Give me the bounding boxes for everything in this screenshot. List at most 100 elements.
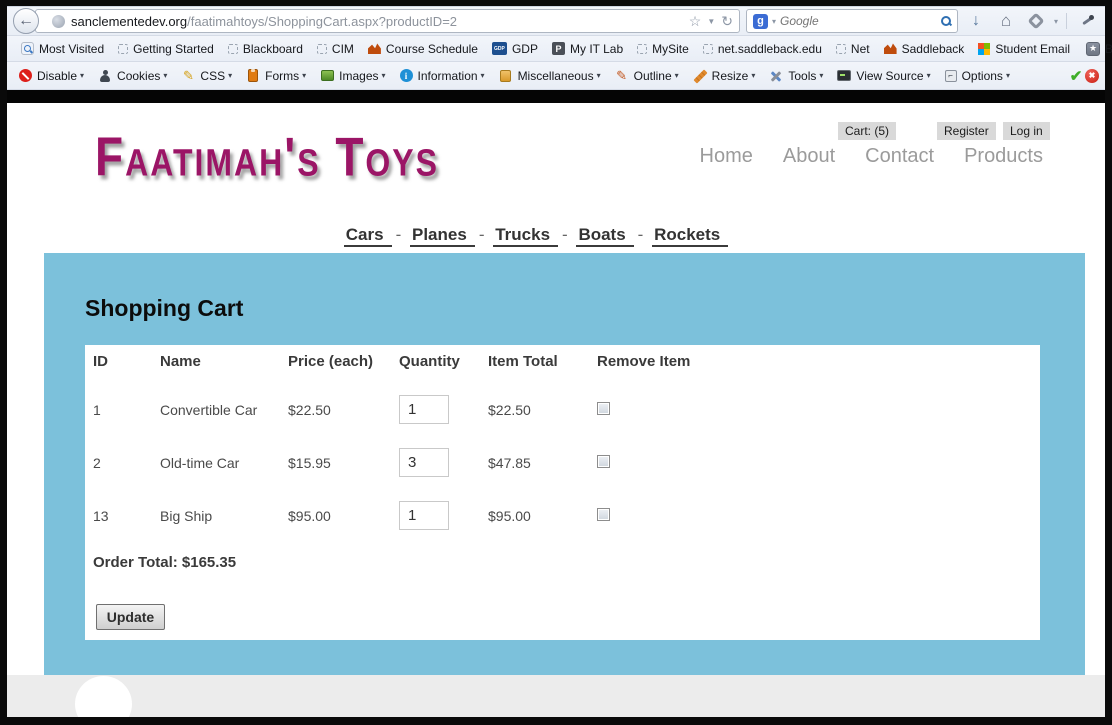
col-quantity: Quantity — [399, 353, 488, 370]
nav-about-link[interactable]: About — [783, 145, 835, 168]
webdev-miscellaneous-menu[interactable]: Miscellaneous▾ — [493, 67, 607, 85]
extension-button[interactable] — [1024, 15, 1048, 27]
nav-products-link[interactable]: Products — [964, 145, 1043, 168]
search-input[interactable] — [780, 14, 937, 28]
shopping-cart-panel: Shopping Cart ID Name Price (each) Quant… — [44, 253, 1085, 675]
cell-item-total: $47.85 — [488, 455, 597, 471]
bookmark-saddleback[interactable]: Saddleback — [878, 40, 971, 58]
site-identity-globe-icon[interactable] — [52, 15, 65, 28]
quantity-input[interactable] — [399, 395, 449, 424]
bookmark-blackboard[interactable]: Blackboard — [222, 40, 309, 58]
images-icon — [320, 69, 334, 83]
col-item-total: Item Total — [488, 353, 597, 370]
url-path: /faatimahtoys/ShoppingCart.aspx?productI… — [187, 14, 457, 29]
bookmark-my-it-lab[interactable]: PMy IT Lab — [546, 40, 629, 58]
error-x-icon: ✖ — [1085, 69, 1099, 83]
search-magnifier-icon[interactable] — [941, 16, 951, 26]
webdev-toolbar: Disable▾ Cookies▾ ✎CSS▾ Forms▾ Images▾ i… — [7, 62, 1105, 90]
page-footer — [7, 675, 1105, 717]
cell-name: Old-time Car — [160, 455, 288, 471]
webdev-view-source-menu[interactable]: View Source▾ — [831, 67, 936, 85]
remove-item-checkbox[interactable] — [597, 455, 610, 468]
nav-contact-link[interactable]: Contact — [865, 145, 934, 168]
webdev-outline-menu[interactable]: ✎Outline▾ — [609, 67, 685, 85]
back-button[interactable]: ← — [13, 8, 39, 34]
bookmark-default-icon — [703, 44, 713, 54]
chevron-down-icon: ▾ — [1006, 71, 1010, 80]
webdev-css-menu[interactable]: ✎CSS▾ — [175, 67, 238, 85]
col-price: Price (each) — [288, 353, 399, 370]
webdev-cookies-menu[interactable]: Cookies▾ — [92, 67, 173, 85]
bookmark-most-visited[interactable]: Most Visited — [15, 40, 110, 58]
nav-home-link[interactable]: Home — [700, 145, 753, 168]
remove-item-checkbox[interactable] — [597, 402, 610, 415]
extension-dropdown-icon[interactable]: ▾ — [1054, 17, 1058, 26]
resize-ruler-icon — [693, 69, 707, 83]
browser-window-frame: ← sanclementedev.org/faatimahtoys/Shoppi… — [0, 0, 1112, 725]
catnav-separator: - — [392, 225, 406, 244]
webdev-information-menu[interactable]: iInformation▾ — [394, 67, 491, 85]
webdev-options-menu[interactable]: ⌐Options▾ — [939, 67, 1016, 85]
url-text[interactable]: sanclementedev.org/faatimahtoys/Shopping… — [71, 14, 457, 29]
catnav-planes-link[interactable]: Planes — [410, 225, 475, 247]
webdev-tools-menu[interactable]: Tools▾ — [763, 67, 829, 85]
bookmark-label: My IT Lab — [570, 42, 623, 56]
bookmark-default-icon — [317, 44, 327, 54]
bookmark-mysite[interactable]: MySite — [631, 40, 695, 58]
login-button[interactable]: Log in — [1003, 122, 1050, 140]
bookmark-student-email[interactable]: Student Email — [972, 40, 1076, 58]
engine-dropdown-icon[interactable]: ▾ — [772, 17, 776, 26]
site-logo[interactable]: Faatimah's Toys — [95, 125, 439, 189]
miscellaneous-icon — [499, 69, 513, 83]
quantity-input[interactable] — [399, 448, 449, 477]
bookmark-getting-started[interactable]: Getting Started — [112, 40, 220, 58]
cart-count-button[interactable]: Cart: (5) — [838, 122, 896, 140]
back-arrow-icon: ← — [18, 12, 34, 30]
quantity-input[interactable] — [399, 501, 449, 530]
main-nav: Home About Contact Products — [700, 145, 1044, 168]
url-bar[interactable]: sanclementedev.org/faatimahtoys/Shopping… — [35, 9, 740, 33]
webdev-label: Miscellaneous — [518, 69, 594, 83]
bookmark-star-icon[interactable]: ☆ — [689, 14, 702, 28]
history-dropdown-icon[interactable]: ▼ — [707, 17, 715, 26]
bookmark-net-saddleback[interactable]: net.saddleback.edu — [697, 40, 828, 58]
search-box[interactable]: g ▾ — [746, 9, 958, 33]
chevron-down-icon: ▾ — [751, 71, 755, 80]
browser-window: ← sanclementedev.org/faatimahtoys/Shoppi… — [7, 6, 1105, 717]
navigation-toolbar: ← sanclementedev.org/faatimahtoys/Shoppi… — [7, 6, 1105, 36]
bookmark-gdp[interactable]: GDPGDP — [486, 40, 544, 58]
catnav-boats-link[interactable]: Boats — [576, 225, 633, 247]
webdev-images-menu[interactable]: Images▾ — [314, 67, 391, 85]
col-id: ID — [93, 353, 160, 370]
bookmark-cim[interactable]: CIM — [311, 40, 360, 58]
webdev-disable-menu[interactable]: Disable▾ — [13, 67, 90, 85]
reload-icon[interactable]: ↻ — [721, 14, 733, 28]
catnav-cars-link[interactable]: Cars — [344, 225, 392, 247]
validation-check-icon[interactable]: ✔ — [1069, 69, 1083, 83]
webdev-resize-menu[interactable]: Resize▾ — [687, 67, 762, 85]
downloads-button[interactable]: ↓ — [964, 12, 988, 30]
remove-item-checkbox[interactable] — [597, 508, 610, 521]
bookmarks-toolbar: Most Visited Getting Started Blackboard … — [7, 36, 1105, 62]
catnav-trucks-link[interactable]: Trucks — [493, 225, 558, 247]
bookmark-default-icon — [228, 44, 238, 54]
page-content: Faatimah's Toys Cart: (5) Register Log i… — [7, 103, 1105, 675]
catnav-rockets-link[interactable]: Rockets — [652, 225, 728, 247]
bookmark-net[interactable]: Net — [830, 40, 876, 58]
bookmark-course-schedule[interactable]: Course Schedule — [362, 40, 484, 58]
footer-decoration-circle — [75, 676, 132, 717]
home-button[interactable]: ⌂ — [994, 11, 1018, 31]
webdev-label: Options — [962, 69, 1003, 83]
register-button[interactable]: Register — [937, 122, 996, 140]
catnav-separator: - — [634, 225, 648, 244]
chevron-down-icon: ▾ — [302, 71, 306, 80]
color-picker-button[interactable] — [1075, 14, 1099, 28]
error-count-button[interactable]: ✖ — [1085, 69, 1099, 83]
bookmark-label: Saddleback — [902, 42, 965, 56]
webdev-forms-menu[interactable]: Forms▾ — [240, 67, 312, 85]
google-engine-icon[interactable]: g — [753, 14, 768, 29]
bookmark-label: GDP — [512, 42, 538, 56]
bookmarks-menu-button[interactable]: ★Bookmar — [1080, 40, 1112, 58]
site-orange-icon — [884, 43, 897, 54]
update-button[interactable]: Update — [96, 604, 165, 630]
